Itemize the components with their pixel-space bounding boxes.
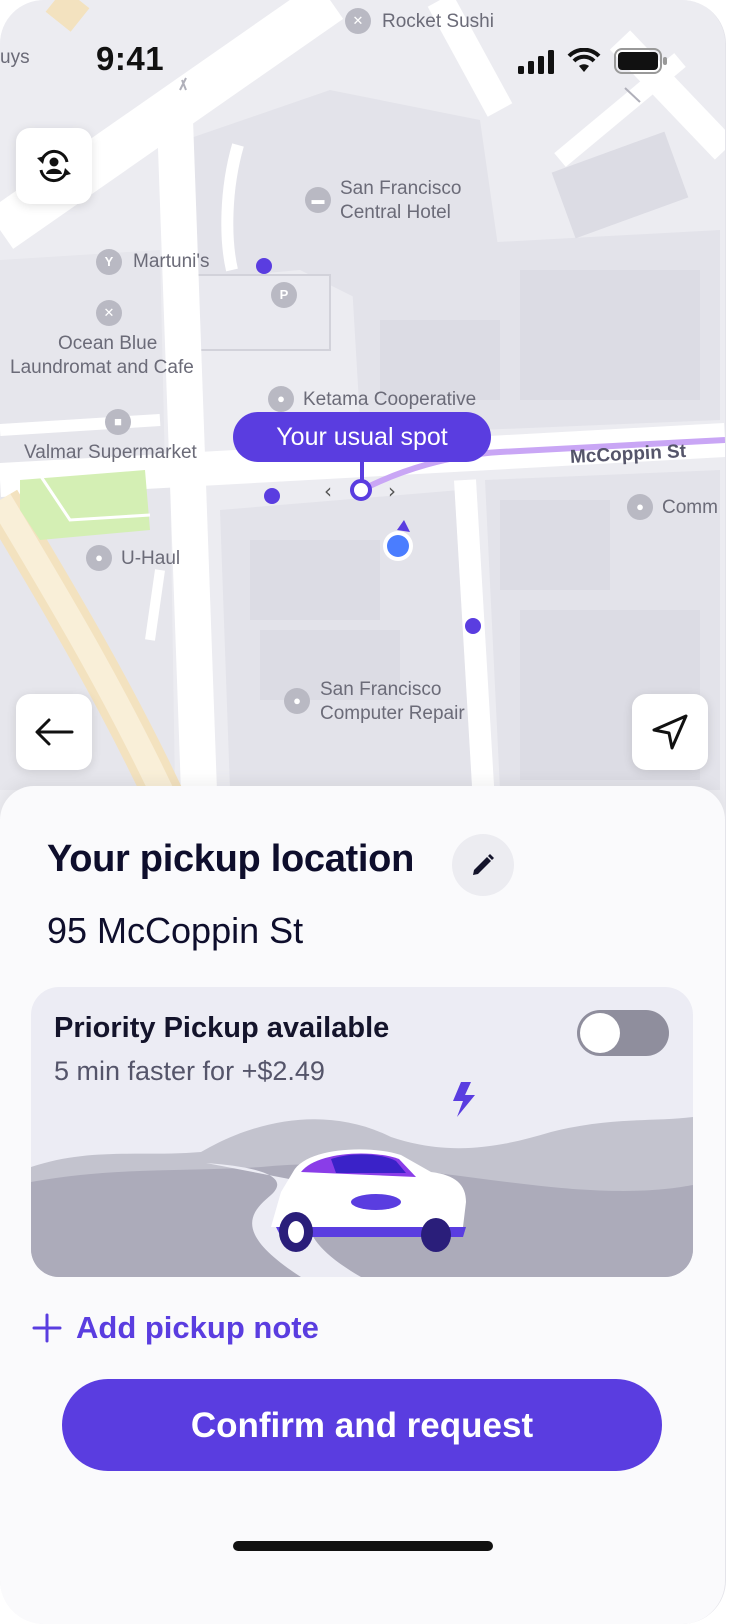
switch-rider-icon <box>37 149 71 183</box>
map-label-rocket-sushi[interactable]: Rocket Sushi <box>382 10 494 34</box>
home-indicator <box>233 1541 493 1551</box>
map-label-ocean-blue-2[interactable]: Laundromat and Cafe <box>10 356 194 380</box>
place-pin-icon: ● <box>284 688 310 714</box>
priority-pickup-card[interactable]: Priority Pickup available 5 min faster f… <box>31 987 693 1277</box>
pickup-title: Your pickup location <box>47 838 414 880</box>
map-label-comm[interactable]: Comm <box>662 496 718 520</box>
map-label-hotel-2[interactable]: Central Hotel <box>340 201 451 225</box>
toggle-knob <box>580 1013 620 1053</box>
pickup-address: 95 McCoppin St <box>47 910 304 951</box>
navigation-arrow-icon <box>652 714 688 750</box>
map-label-martunis[interactable]: Martuni's <box>133 250 209 274</box>
map-label-hotel-1[interactable]: San Francisco <box>340 177 461 201</box>
place-pin-icon: ● <box>627 494 653 520</box>
place-pin-icon: ● <box>268 386 294 412</box>
map-label-valmar[interactable]: Valmar Supermarket <box>24 441 197 465</box>
map-label-repair-2[interactable]: Computer Repair <box>320 702 465 726</box>
arrow-left-icon <box>35 718 74 746</box>
add-pickup-note-label: Add pickup note <box>76 1310 319 1345</box>
battery-icon <box>614 48 667 74</box>
place-pin-icon: ● <box>86 545 112 571</box>
svg-text:‹: ‹ <box>324 479 332 503</box>
add-pickup-note-button[interactable]: Add pickup note <box>32 1308 319 1348</box>
hotel-icon: ▬ <box>305 187 331 213</box>
shopping-bag-icon: ■ <box>105 409 131 435</box>
cellular-signal-icon <box>518 50 554 74</box>
priority-car-illustration <box>31 1082 693 1277</box>
pencil-icon <box>473 854 494 875</box>
restaurant-icon: ✕ <box>345 8 371 34</box>
back-button[interactable] <box>16 694 92 770</box>
switch-rider-button[interactable] <box>16 128 92 204</box>
wifi-icon <box>567 48 601 72</box>
edit-pickup-button[interactable] <box>452 834 514 896</box>
priority-toggle[interactable] <box>577 1010 669 1056</box>
map-label-ketama[interactable]: Ketama Cooperative <box>303 388 476 412</box>
status-bar: 9:41 <box>0 40 725 84</box>
map-view[interactable]: ‹ › uys ✕ Rocket Sushi ▬ San Francisco C… <box>0 0 725 820</box>
priority-title: Priority Pickup available <box>54 1012 390 1044</box>
svg-text:›: › <box>388 479 396 503</box>
parking-icon: P <box>271 282 297 308</box>
bar-icon: Y <box>96 249 122 275</box>
map-label-ocean-blue-1[interactable]: Ocean Blue <box>58 332 157 356</box>
status-time: 9:41 <box>96 40 165 77</box>
plus-icon <box>32 1313 62 1343</box>
confirm-request-button[interactable]: Confirm and request <box>62 1379 662 1471</box>
recenter-location-button[interactable] <box>632 694 708 770</box>
cafe-icon: ✕ <box>96 300 122 326</box>
map-label-repair-1[interactable]: San Francisco <box>320 678 441 702</box>
pickup-bottom-sheet: Your pickup location 95 McCoppin St Prio… <box>0 786 725 1624</box>
map-label-uhaul[interactable]: U-Haul <box>121 547 180 571</box>
phone-screen: ‹ › uys ✕ Rocket Sushi ▬ San Francisco C… <box>0 0 726 1624</box>
usual-spot-tooltip[interactable]: Your usual spot <box>233 412 491 462</box>
